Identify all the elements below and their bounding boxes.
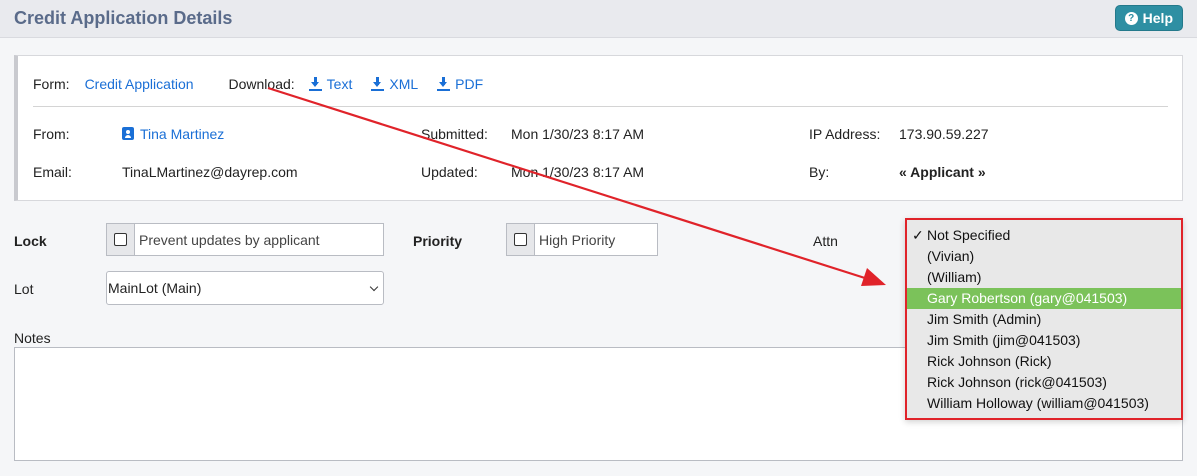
chevron-down-icon: [369, 282, 379, 292]
download-label: Download:: [228, 76, 295, 92]
attn-option-highlighted[interactable]: Gary Robertson (gary@041503): [907, 288, 1181, 309]
email-value: TinaLMartinez@dayrep.com: [122, 164, 298, 180]
from-value: Tina Martinez: [140, 126, 225, 142]
priority-label: Priority: [413, 233, 463, 249]
lot-select-value: MainLot (Main): [108, 280, 202, 296]
by-label: By:: [809, 164, 830, 180]
attn-label: Attn: [813, 233, 838, 249]
attn-option[interactable]: Rick Johnson (Rick): [907, 351, 1181, 372]
updated-label: Updated:: [421, 164, 478, 180]
download-xml-label: XML: [389, 76, 419, 92]
contact-icon: [122, 127, 134, 140]
ip-value: 173.90.59.227: [899, 126, 989, 142]
attn-dropdown-menu: ✓ Not Specified (Vivian) (William) Gary R…: [905, 218, 1183, 420]
attn-option[interactable]: (Vivian): [907, 246, 1181, 267]
checkmark-icon: ✓: [912, 227, 924, 243]
from-label: From:: [33, 126, 70, 142]
attn-option[interactable]: ✓ Not Specified: [907, 225, 1181, 246]
form-download-row: Form: Credit Application Download: Text …: [33, 75, 483, 93]
lock-label: Lock: [14, 233, 47, 249]
attn-option[interactable]: Rick Johnson (rick@041503): [907, 372, 1181, 393]
submitted-value: Mon 1/30/23 8:17 AM: [511, 126, 645, 142]
help-button[interactable]: ? Help: [1114, 5, 1183, 31]
details-card: Form: Credit Application Download: Text …: [14, 55, 1183, 201]
notes-label: Notes: [14, 330, 51, 346]
download-icon: [437, 77, 451, 91]
form-label: Form:: [33, 76, 70, 92]
page-title: Credit Application Details: [14, 8, 233, 28]
attn-option[interactable]: (William): [907, 267, 1181, 288]
submitted-label: Submitted:: [421, 126, 488, 142]
download-text-link[interactable]: Text: [308, 76, 353, 92]
attn-option[interactable]: Jim Smith (Admin): [907, 309, 1181, 330]
lock-checkbox-label: Prevent updates by applicant: [139, 231, 320, 248]
from-link[interactable]: Tina Martinez: [122, 126, 224, 142]
help-label: Help: [1142, 10, 1173, 26]
lot-select[interactable]: MainLot (Main): [106, 271, 384, 305]
download-text-label: Text: [326, 76, 353, 92]
updated-value: Mon 1/30/23 8:17 AM: [511, 164, 645, 180]
checkbox-square[interactable]: [114, 233, 127, 246]
download-icon: [371, 77, 385, 91]
download-pdf-label: PDF: [455, 76, 484, 92]
by-value: « Applicant »: [899, 164, 986, 180]
ip-label: IP Address:: [809, 126, 881, 142]
download-icon: [308, 77, 322, 91]
question-icon: ?: [1124, 11, 1138, 25]
email-label: Email:: [33, 164, 72, 180]
download-pdf-link[interactable]: PDF: [437, 76, 483, 92]
priority-checkbox[interactable]: High Priority: [506, 223, 658, 256]
card-divider: [33, 106, 1168, 107]
attn-option[interactable]: William Holloway (william@041503): [907, 393, 1181, 414]
page-header: Credit Application Details ? Help: [0, 0, 1197, 38]
attn-option[interactable]: Jim Smith (jim@041503): [907, 330, 1181, 351]
checkbox-square[interactable]: [514, 233, 527, 246]
download-xml-link[interactable]: XML: [371, 76, 418, 92]
form-link[interactable]: Credit Application: [85, 76, 194, 92]
lock-checkbox[interactable]: Prevent updates by applicant: [106, 223, 384, 256]
priority-checkbox-label: High Priority: [539, 231, 616, 248]
lot-label: Lot: [14, 281, 34, 297]
